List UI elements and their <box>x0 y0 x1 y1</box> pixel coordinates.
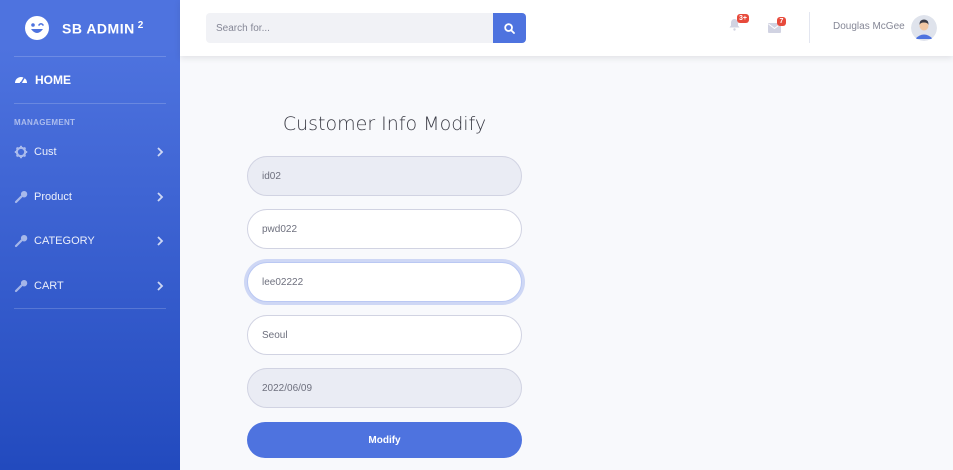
chevron-right-icon <box>157 281 164 291</box>
sidebar-item-label: CART <box>34 280 64 293</box>
gear-icon <box>14 146 28 159</box>
search-form <box>206 13 526 43</box>
alerts-badge: 3+ <box>737 14 749 23</box>
messages-dropdown[interactable]: 7 <box>768 17 786 38</box>
wrench-icon <box>14 280 28 293</box>
id-field[interactable] <box>247 156 522 196</box>
sidebar-item-label: Product <box>34 190 72 203</box>
registration-date-field[interactable] <box>247 368 522 408</box>
name-field[interactable] <box>247 262 522 302</box>
search-input[interactable] <box>206 13 493 43</box>
chevron-right-icon <box>157 192 164 202</box>
user-avatar-icon <box>911 15 937 41</box>
search-icon <box>504 22 515 34</box>
alerts-dropdown[interactable]: 3+ <box>729 14 749 36</box>
modify-button[interactable]: Modify <box>247 422 522 458</box>
topbar: 3+ 7 Douglas McGee <box>180 0 953 56</box>
chevron-right-icon <box>157 236 164 247</box>
topbar-divider <box>809 12 810 43</box>
wrench-icon <box>14 190 28 203</box>
password-field[interactable] <box>247 209 522 249</box>
sidebar-divider <box>14 308 166 310</box>
brand-name: SB ADMIN 2 <box>62 19 144 37</box>
sidebar-item-cust[interactable]: Cust <box>0 130 180 175</box>
sidebar-item-product[interactable]: Product <box>0 175 180 220</box>
messages-badge: 7 <box>777 17 786 26</box>
address-field[interactable] <box>247 315 522 355</box>
page-title: Customer Info Modify <box>282 113 487 135</box>
avatar[interactable] <box>911 15 937 41</box>
laugh-wink-icon <box>25 16 49 40</box>
user-name[interactable]: Douglas McGee <box>833 21 905 32</box>
tachometer-icon <box>15 77 27 85</box>
sidebar-item-label: CATEGORY <box>34 235 95 248</box>
sidebar: SB ADMIN 2 HOME MANAGEMENT Cust Product … <box>0 0 180 470</box>
sidebar-item-home[interactable]: HOME <box>0 57 180 103</box>
sidebar-item-label: Cust <box>34 146 57 159</box>
sidebar-heading: MANAGEMENT <box>14 118 76 127</box>
search-button[interactable] <box>493 13 526 43</box>
sidebar-item-category[interactable]: CATEGORY <box>0 219 180 264</box>
sidebar-item-label: HOME <box>35 73 71 87</box>
chevron-right-icon <box>157 147 164 157</box>
sidebar-item-cart[interactable]: CART <box>0 264 180 309</box>
brand-link[interactable]: SB ADMIN 2 <box>0 0 180 56</box>
wrench-icon <box>14 235 28 248</box>
